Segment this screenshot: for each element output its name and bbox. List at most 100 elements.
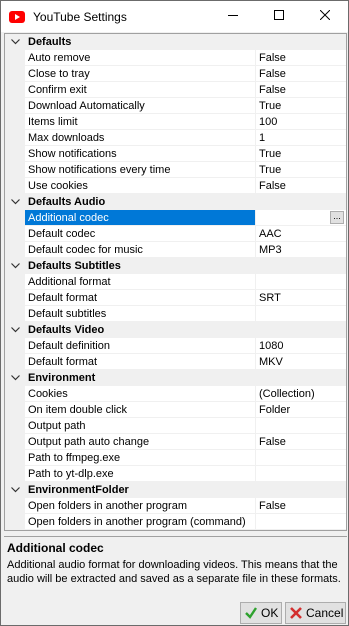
property-value[interactable]: False xyxy=(256,66,346,82)
property-name[interactable]: Download Automatically xyxy=(25,98,256,114)
property-row[interactable]: Path to yt-dlp.exe xyxy=(5,466,346,482)
property-value[interactable]: False xyxy=(256,178,346,194)
chevron-down-icon[interactable] xyxy=(5,34,25,50)
property-value[interactable] xyxy=(256,274,346,290)
property-row[interactable]: Show notifications True xyxy=(5,146,346,162)
minimize-button[interactable] xyxy=(210,1,256,32)
property-name[interactable]: Path to ffmpeg.exe xyxy=(25,450,256,466)
category-row[interactable]: Defaults Audio xyxy=(5,194,346,210)
category-row[interactable]: Environment xyxy=(5,370,346,386)
property-name[interactable]: Default codec xyxy=(25,226,256,242)
close-icon xyxy=(319,9,331,23)
property-name[interactable]: Confirm exit xyxy=(25,82,256,98)
property-row[interactable]: Close to tray False xyxy=(5,66,346,82)
property-row[interactable]: Items limit 100 xyxy=(5,114,346,130)
chevron-down-icon[interactable] xyxy=(5,482,25,498)
cancel-label: Cancel xyxy=(306,606,344,620)
property-row[interactable]: Default subtitles xyxy=(5,306,346,322)
property-value[interactable]: False xyxy=(256,82,346,98)
chevron-down-icon[interactable] xyxy=(5,370,25,386)
property-row[interactable]: Cookies (Collection) xyxy=(5,386,346,402)
property-value[interactable]: MKV xyxy=(256,354,346,370)
property-row[interactable]: Open folders in another program False xyxy=(5,498,346,514)
property-row[interactable]: Default codec for music MP3 xyxy=(5,242,346,258)
category-row[interactable]: EnvironmentFolder xyxy=(5,482,346,498)
property-row[interactable]: Confirm exit False xyxy=(5,82,346,98)
property-value[interactable]: MP3 xyxy=(256,242,346,258)
category-row[interactable]: Defaults xyxy=(5,34,346,50)
property-value[interactable] xyxy=(256,418,346,434)
category-row[interactable]: Defaults Video xyxy=(5,322,346,338)
property-value[interactable]: AAC xyxy=(256,226,346,242)
ok-button[interactable]: OK xyxy=(240,602,282,624)
property-row[interactable]: Path to ffmpeg.exe xyxy=(5,450,346,466)
property-row[interactable]: On item double click Folder xyxy=(5,402,346,418)
property-value[interactable]: 100 xyxy=(256,114,346,130)
property-value[interactable] xyxy=(256,306,346,322)
property-value-text: SRT xyxy=(259,292,281,304)
property-row[interactable]: Output path auto change False xyxy=(5,434,346,450)
property-row[interactable]: Download Automatically True xyxy=(5,98,346,114)
property-name[interactable]: Additional format xyxy=(25,274,256,290)
property-name[interactable]: Default format xyxy=(25,290,256,306)
property-value[interactable]: False xyxy=(256,498,346,514)
property-row[interactable]: Use cookies False xyxy=(5,178,346,194)
property-row[interactable]: Additional format xyxy=(5,274,346,290)
property-value[interactable]: False xyxy=(256,434,346,450)
property-name[interactable]: Show notifications xyxy=(25,146,256,162)
property-grid[interactable]: Defaults Auto remove False Close to tray Fal… xyxy=(4,33,347,531)
property-row[interactable]: Default format MKV xyxy=(5,354,346,370)
property-name[interactable]: Open folders in another program (command… xyxy=(25,514,256,530)
property-row[interactable]: Open folders in another program (command… xyxy=(5,514,346,530)
property-value[interactable]: True xyxy=(256,146,346,162)
property-name[interactable]: Default definition xyxy=(25,338,256,354)
category-row[interactable]: Defaults Subtitles xyxy=(5,258,346,274)
property-name[interactable]: Items limit xyxy=(25,114,256,130)
property-row[interactable]: Show notifications every time True xyxy=(5,162,346,178)
property-name[interactable]: Default subtitles xyxy=(25,306,256,322)
property-value[interactable]: ... xyxy=(256,210,346,226)
property-row[interactable]: Output path xyxy=(5,418,346,434)
property-value[interactable]: 1 xyxy=(256,130,346,146)
property-value[interactable]: Folder xyxy=(256,402,346,418)
property-name[interactable]: Path to yt-dlp.exe xyxy=(25,466,256,482)
property-row[interactable]: Default codec AAC xyxy=(5,226,346,242)
property-name[interactable]: Open folders in another program xyxy=(25,498,256,514)
chevron-down-icon[interactable] xyxy=(5,322,25,338)
property-value[interactable]: True xyxy=(256,162,346,178)
property-name[interactable]: Default codec for music xyxy=(25,242,256,258)
property-row[interactable]: Default format SRT xyxy=(5,290,346,306)
property-value[interactable]: True xyxy=(256,98,346,114)
property-name[interactable]: Show notifications every time xyxy=(25,162,256,178)
property-value[interactable]: False xyxy=(256,50,346,66)
cancel-button[interactable]: Cancel xyxy=(285,602,346,624)
chevron-down-icon[interactable] xyxy=(5,194,25,210)
property-value[interactable] xyxy=(256,514,346,530)
property-row[interactable]: Max downloads 1 xyxy=(5,130,346,146)
property-row[interactable]: Additional codec... xyxy=(5,210,346,226)
property-name[interactable]: Output path xyxy=(25,418,256,434)
property-name[interactable]: Cookies xyxy=(25,386,256,402)
property-value[interactable]: (Collection) xyxy=(256,386,346,402)
property-name[interactable]: On item double click xyxy=(25,402,256,418)
property-name[interactable]: Output path auto change xyxy=(25,434,256,450)
property-name[interactable]: Default format xyxy=(25,354,256,370)
description-text: Additional audio format for downloading … xyxy=(7,559,341,585)
property-name[interactable]: Auto remove xyxy=(25,50,256,66)
property-name[interactable]: Additional codec xyxy=(25,210,256,226)
row-margin xyxy=(5,498,25,514)
chevron-down-icon[interactable] xyxy=(5,258,25,274)
property-row[interactable]: Auto remove False xyxy=(5,50,346,66)
property-value[interactable]: 1080 xyxy=(256,338,346,354)
property-name[interactable]: Close to tray xyxy=(25,66,256,82)
property-value[interactable]: SRT xyxy=(256,290,346,306)
property-row[interactable]: Default definition 1080 xyxy=(5,338,346,354)
property-value[interactable] xyxy=(256,466,346,482)
title-bar[interactable]: YouTube Settings xyxy=(1,1,348,32)
maximize-button[interactable] xyxy=(256,1,302,32)
ellipsis-button[interactable]: ... xyxy=(330,211,344,224)
close-button[interactable] xyxy=(302,1,348,32)
property-name[interactable]: Use cookies xyxy=(25,178,256,194)
property-value[interactable] xyxy=(256,450,346,466)
property-name[interactable]: Max downloads xyxy=(25,130,256,146)
